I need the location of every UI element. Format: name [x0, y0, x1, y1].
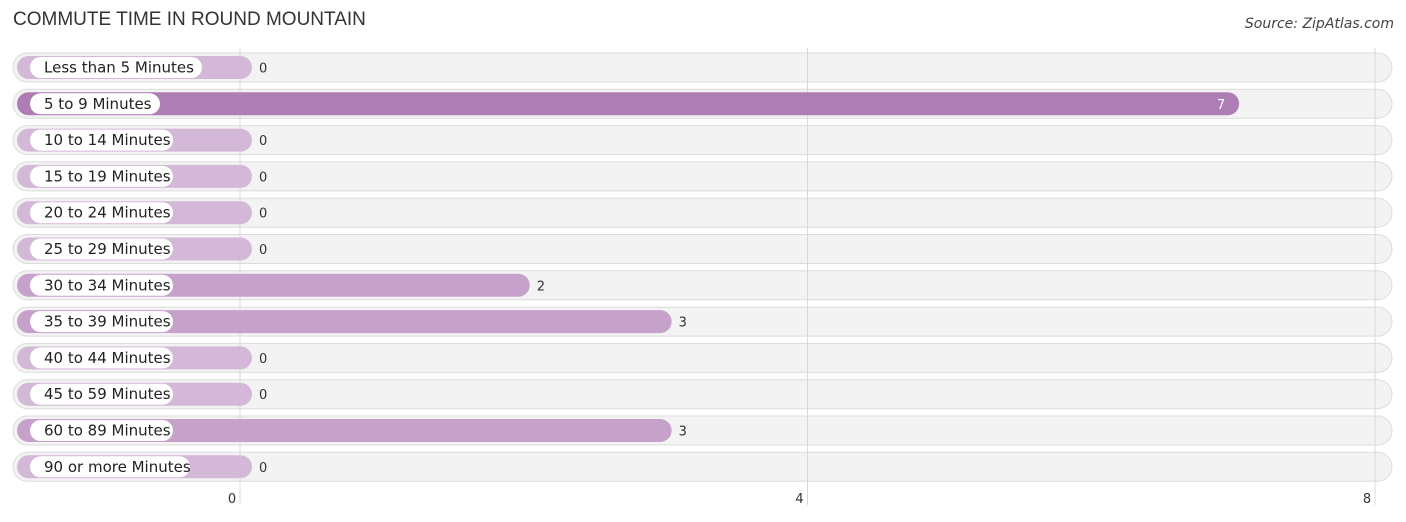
- x-tick-label: 0: [228, 492, 236, 507]
- category-label: 45 to 59 Minutes: [44, 385, 171, 403]
- value-label: 3: [679, 316, 687, 331]
- value-label: 0: [259, 207, 267, 222]
- category-label: 20 to 24 Minutes: [44, 204, 171, 222]
- category-label: 60 to 89 Minutes: [44, 422, 171, 440]
- bar-chart: Less than 5 Minutes 0 5 to 9 Minutes 7 10 to…: [12, 48, 1393, 507]
- category-label: 15 to 19 Minutes: [44, 167, 171, 185]
- category-label: 25 to 29 Minutes: [44, 240, 171, 258]
- category-label: 10 to 14 Minutes: [44, 131, 171, 149]
- value-label: 0: [259, 170, 267, 185]
- value-label: 0: [259, 134, 267, 149]
- value-label: 3: [679, 425, 687, 440]
- category-label: 30 to 34 Minutes: [44, 276, 171, 294]
- value-label: 0: [259, 352, 267, 367]
- category-label: 40 to 44 Minutes: [44, 349, 171, 367]
- x-tick-label: 4: [795, 492, 803, 507]
- value-label: 2: [537, 279, 545, 294]
- category-label: 90 or more Minutes: [44, 458, 191, 476]
- category-label: 35 to 39 Minutes: [44, 313, 171, 331]
- category-label: 5 to 9 Minutes: [44, 95, 152, 113]
- category-label: Less than 5 Minutes: [44, 59, 194, 77]
- value-label: 0: [259, 62, 267, 77]
- value-label: 7: [1217, 98, 1225, 113]
- x-tick-label: 8: [1363, 492, 1371, 507]
- value-label: 0: [259, 243, 267, 258]
- value-label: 0: [259, 388, 267, 403]
- bar: [17, 92, 1240, 116]
- value-label: 0: [259, 461, 267, 476]
